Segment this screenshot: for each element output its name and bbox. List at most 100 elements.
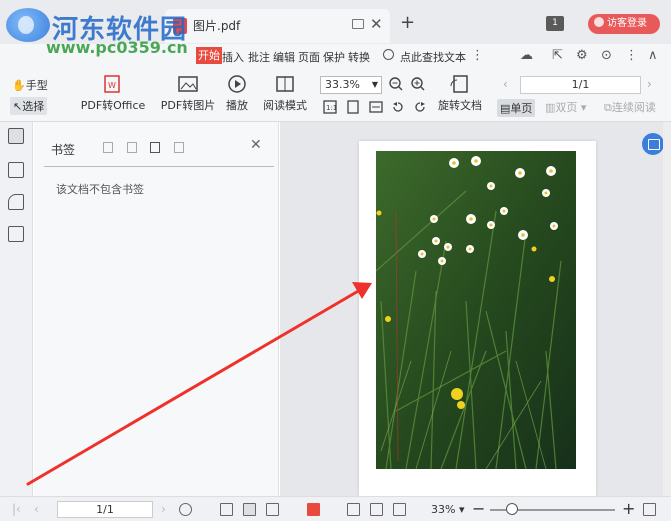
rotate-right-icon[interactable] <box>413 100 427 114</box>
play-slideshow-icon[interactable] <box>307 503 320 516</box>
delete-bookmark-icon[interactable] <box>174 142 184 153</box>
status-zoom-text: 33% <box>431 503 456 516</box>
fit-page-status-icon[interactable] <box>370 503 383 516</box>
menu-edit[interactable]: 编辑 <box>273 49 295 65</box>
menu-annotate[interactable]: 批注 <box>248 49 270 65</box>
history-icon[interactable]: ⊙ <box>601 48 612 63</box>
tab-count-badge[interactable]: 1 <box>546 16 564 31</box>
expand-all-icon[interactable] <box>103 142 113 153</box>
select-tool-label: 选择 <box>22 100 45 113</box>
login-button[interactable]: 访客登录 <box>588 14 660 34</box>
chevron-down-icon: ▼ <box>371 80 378 89</box>
daisy-photo <box>376 151 576 469</box>
fit-width-status-icon[interactable] <box>393 503 406 516</box>
zoom-in-button[interactable]: + <box>622 499 635 518</box>
zoom-out-icon[interactable] <box>389 77 403 91</box>
eye-icon[interactable] <box>179 503 192 516</box>
next-page-icon[interactable]: › <box>647 77 652 91</box>
divider <box>44 166 274 167</box>
fit-page-icon[interactable] <box>346 100 360 114</box>
bookmark-panel: 书签 ✕ 该文档不包含书签 <box>34 122 279 496</box>
pdf-to-office-label: PDF转Office <box>80 99 146 112</box>
menu-convert[interactable]: 转换 <box>348 49 370 65</box>
next-page-status-icon[interactable]: › <box>161 502 166 516</box>
overflow-icon[interactable]: ⋮ <box>625 48 638 63</box>
continuous-read-label: 连续阅读 <box>611 101 656 114</box>
zoom-select[interactable]: 33.3% ▼ <box>320 76 382 94</box>
actual-size-icon[interactable]: 1:1 <box>323 100 337 114</box>
svg-text:1:1: 1:1 <box>326 104 337 112</box>
single-page-label: 单页 <box>510 102 533 115</box>
floating-tool-button[interactable] <box>642 133 664 155</box>
attachment-panel-icon[interactable] <box>8 226 24 242</box>
double-page-label: 双页 <box>555 101 578 114</box>
single-page-view-icon[interactable] <box>220 503 233 516</box>
cloud-icon[interactable]: ☁ <box>520 48 533 63</box>
bookmark-empty-message: 该文档不包含书签 <box>56 183 144 196</box>
select-tool[interactable]: ↖选择 <box>10 97 48 115</box>
tab-close-icon[interactable]: ✕ <box>370 15 383 33</box>
avatar-icon <box>594 17 604 27</box>
menu-insert[interactable]: 插入 <box>222 49 244 65</box>
rotate-document-button[interactable]: 旋转文档 <box>437 74 483 113</box>
menu-page[interactable]: 页面 <box>298 49 320 65</box>
first-page-icon[interactable]: |‹ <box>12 502 21 516</box>
search-input[interactable]: 点此查找文本 <box>400 49 466 65</box>
fit-width-icon[interactable] <box>369 100 383 114</box>
zoom-in-icon[interactable] <box>411 77 425 91</box>
vertical-scrollbar[interactable] <box>663 122 671 496</box>
document-viewport[interactable] <box>280 122 671 496</box>
single-page-button[interactable]: ▤单页 <box>497 99 536 117</box>
menu-start[interactable]: 开始 <box>196 47 222 64</box>
collapse-all-icon[interactable] <box>127 142 137 153</box>
settings-icon[interactable]: ⚙ <box>576 48 588 63</box>
hand-tool-label: 手型 <box>25 79 48 92</box>
search-icon[interactable] <box>383 49 394 60</box>
thumbnail-panel-icon[interactable] <box>8 162 24 178</box>
pdf-page[interactable] <box>359 141 596 496</box>
rotate-left-icon[interactable] <box>391 100 405 114</box>
watermark-logo-icon <box>6 8 50 42</box>
status-bar: |‹ ‹ 1/1 › 33% ▾ − + <box>0 496 671 521</box>
svg-text:W: W <box>108 81 116 90</box>
read-mode-button[interactable]: 阅读模式 <box>260 74 310 113</box>
rotate-document-icon <box>450 75 468 93</box>
zoom-out-button[interactable]: − <box>472 499 485 518</box>
prev-page-icon[interactable]: ‹ <box>503 77 508 91</box>
bookmark-panel-title: 书签 <box>51 143 76 157</box>
window-mode-icon[interactable] <box>352 19 364 29</box>
actual-size-status-icon[interactable] <box>347 503 360 516</box>
new-tab-button[interactable]: + <box>400 12 415 33</box>
page-number-input[interactable]: 1/1 <box>520 76 641 94</box>
login-label: 访客登录 <box>607 18 647 29</box>
double-page-button[interactable]: ▥双页 ▾ <box>545 99 586 115</box>
pdf-to-image-button[interactable]: PDF转图片 <box>160 74 216 113</box>
annotation-panel-icon[interactable] <box>8 194 24 210</box>
zoom-value: 33.3% <box>325 78 360 91</box>
share-icon[interactable]: ⇱ <box>552 48 563 63</box>
prev-page-status-icon[interactable]: ‹ <box>34 502 39 516</box>
add-bookmark-icon[interactable] <box>150 142 160 153</box>
double-page-view-icon[interactable] <box>266 503 279 516</box>
more-menu-icon[interactable]: ⋮ <box>471 48 484 63</box>
pdf-to-office-button[interactable]: W PDF转Office <box>78 74 148 113</box>
continuous-view-icon[interactable] <box>243 503 256 516</box>
continuous-read-button[interactable]: ⧉连续阅读 <box>604 99 656 115</box>
status-zoom-value[interactable]: 33% ▾ <box>431 503 464 516</box>
menu-protect[interactable]: 保护 <box>323 49 345 65</box>
play-label: 播放 <box>226 99 248 112</box>
hand-tool[interactable]: ✋手型 <box>12 77 48 93</box>
zoom-slider-handle[interactable] <box>506 503 518 515</box>
read-mode-label: 阅读模式 <box>263 99 307 112</box>
play-icon <box>228 75 246 93</box>
bookmark-panel-close-icon[interactable]: ✕ <box>250 137 262 153</box>
collapse-icon[interactable]: ∧ <box>648 48 658 63</box>
fullscreen-icon[interactable] <box>643 503 656 516</box>
pdf-to-image-label: PDF转图片 <box>160 99 216 112</box>
watermark-url: www.pc0359.cn <box>46 38 188 57</box>
status-page-input[interactable]: 1/1 <box>57 501 153 518</box>
play-button[interactable]: 播放 <box>224 74 250 113</box>
rotate-document-label: 旋转文档 <box>438 99 482 112</box>
left-sidebar <box>0 122 33 496</box>
bookmark-panel-icon[interactable] <box>8 128 24 144</box>
